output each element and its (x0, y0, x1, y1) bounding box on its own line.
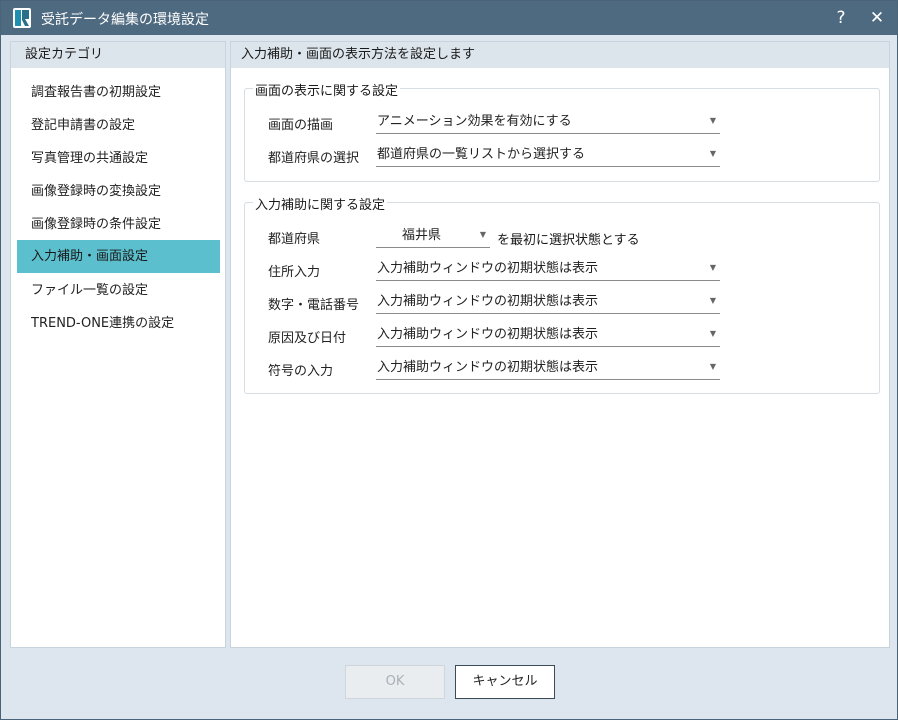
prefecture-select[interactable]: 福井県 ▼ (376, 224, 490, 248)
drawing-select[interactable]: アニメーション効果を有効にする ▼ (376, 110, 720, 134)
title-bar: 受託データ編集の環境設定 ? ✕ (1, 1, 897, 35)
sidebar-item-report-initial[interactable]: 調査報告書の初期設定 (17, 76, 220, 109)
chevron-down-icon: ▼ (709, 362, 717, 371)
chevron-down-icon: ▼ (709, 296, 717, 305)
drawing-label: 画面の描画 (268, 118, 334, 133)
app-logo-icon (13, 8, 31, 28)
help-button[interactable]: ? (827, 5, 855, 31)
cause-date-select[interactable]: 入力補助ウィンドウの初期状態は表示 ▼ (376, 323, 720, 347)
symbol-label: 符号の入力 (268, 364, 334, 379)
sidebar-item-image-condition[interactable]: 画像登録時の条件設定 (17, 208, 220, 241)
category-panel: 設定カテゴリ 調査報告書の初期設定 登記申請書の設定 写真管理の共通設定 画像登… (10, 41, 226, 648)
chevron-down-icon: ▼ (709, 149, 717, 158)
address-select[interactable]: 入力補助ウィンドウの初期状態は表示 ▼ (376, 257, 720, 281)
input-group-title: 入力補助に関する設定 (253, 194, 388, 213)
settings-panel: 入力補助・画面の表示方法を設定します 画面の表示に関する設定 画面の描画 アニメ… (230, 41, 890, 648)
chevron-down-icon: ▼ (709, 116, 717, 125)
sidebar-item-trend-one[interactable]: TREND-ONE連携の設定 (17, 307, 220, 340)
drawing-select-value: アニメーション効果を有効にする (377, 114, 572, 129)
prefecture-label: 都道府県 (268, 232, 321, 247)
settings-header: 入力補助・画面の表示方法を設定します (231, 42, 889, 68)
sidebar-item-registration[interactable]: 登記申請書の設定 (17, 109, 220, 142)
prefecture-method-select[interactable]: 都道府県の一覧リストから選択する ▼ (376, 143, 720, 167)
sidebar-item-photo[interactable]: 写真管理の共通設定 (17, 142, 220, 175)
symbol-select-value: 入力補助ウィンドウの初期状態は表示 (377, 360, 599, 375)
chevron-down-icon: ▼ (709, 263, 717, 272)
settings-window: 受託データ編集の環境設定 ? ✕ 設定カテゴリ 調査報告書の初期設定 登記申請書… (0, 0, 898, 720)
display-settings-group: 画面の表示に関する設定 画面の描画 アニメーション効果を有効にする ▼ 都道府県… (244, 80, 880, 182)
category-header: 設定カテゴリ (11, 42, 225, 68)
cause-date-label: 原因及び日付 (268, 331, 347, 346)
number-label: 数字・電話番号 (268, 298, 360, 313)
sidebar-item-input-assist[interactable]: 入力補助・画面設定 (17, 240, 220, 273)
symbol-select[interactable]: 入力補助ウィンドウの初期状態は表示 ▼ (376, 356, 720, 380)
number-select[interactable]: 入力補助ウィンドウの初期状態は表示 ▼ (376, 290, 720, 314)
display-group-title: 画面の表示に関する設定 (253, 80, 401, 99)
ok-button[interactable]: OK (345, 665, 445, 699)
prefecture-method-value: 都道府県の一覧リストから選択する (377, 147, 586, 162)
prefecture-select-label: 都道府県の選択 (268, 151, 360, 166)
input-assist-group: 入力補助に関する設定 都道府県 福井県 ▼ を最初に選択状態とする 住所入力 入… (244, 194, 880, 394)
prefecture-value: 福井県 (402, 228, 442, 243)
window-title: 受託データ編集の環境設定 (41, 12, 209, 28)
close-button[interactable]: ✕ (863, 5, 891, 31)
address-label: 住所入力 (268, 265, 321, 280)
chevron-down-icon: ▼ (709, 329, 717, 338)
sidebar-item-file-list[interactable]: ファイル一覧の設定 (17, 274, 220, 307)
address-select-value: 入力補助ウィンドウの初期状態は表示 (377, 261, 599, 276)
prefecture-suffix: を最初に選択状態とする (497, 233, 640, 248)
cause-date-select-value: 入力補助ウィンドウの初期状態は表示 (377, 327, 599, 342)
sidebar-item-image-convert[interactable]: 画像登録時の変換設定 (17, 175, 220, 208)
chevron-down-icon: ▼ (479, 230, 487, 239)
cancel-button[interactable]: キャンセル (455, 665, 555, 699)
number-select-value: 入力補助ウィンドウの初期状態は表示 (377, 294, 599, 309)
